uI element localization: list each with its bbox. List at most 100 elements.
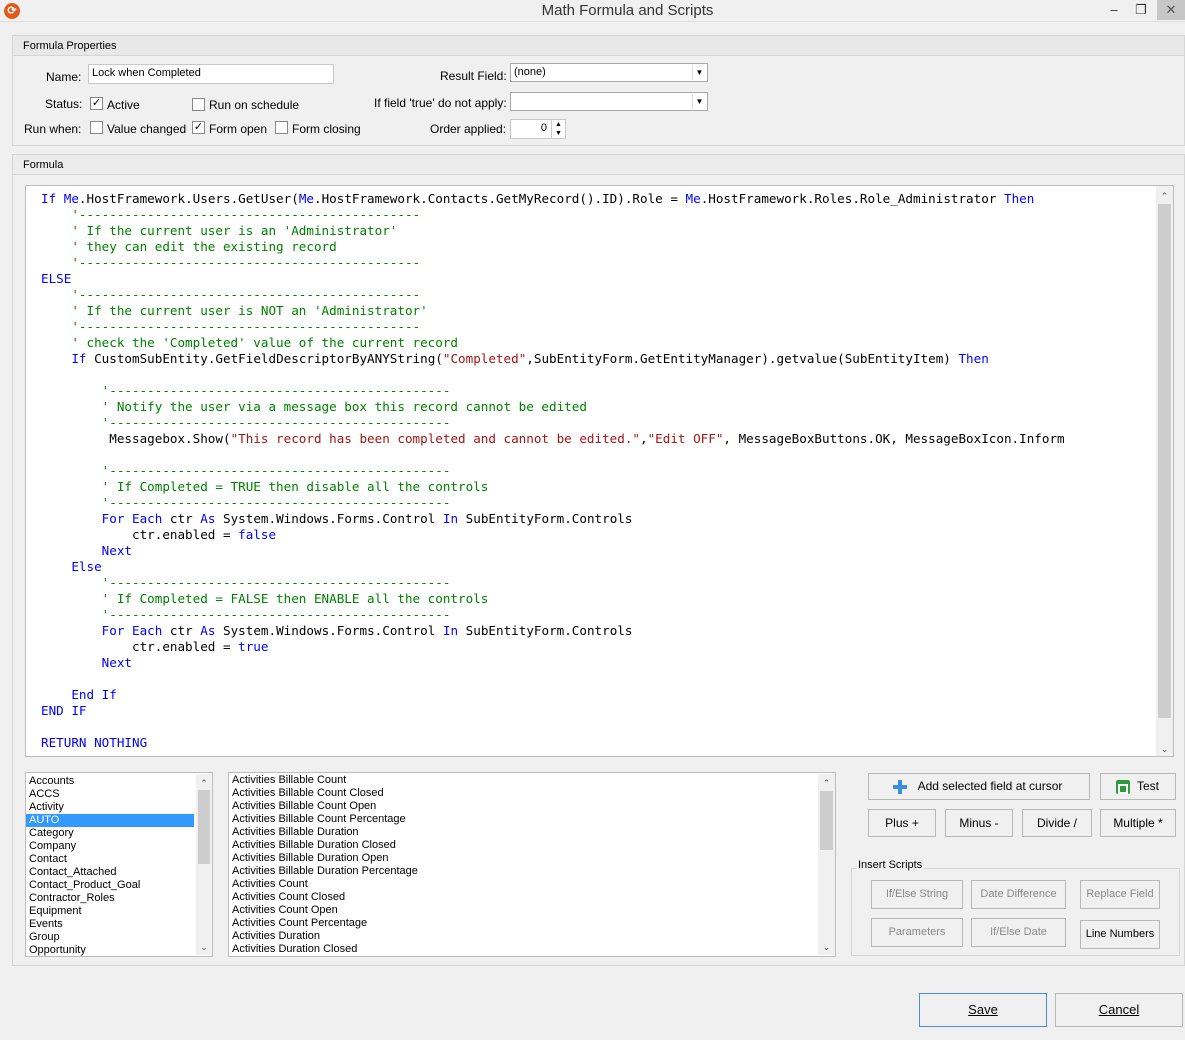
- code-line[interactable]: Messagebox.Show("This record has been co…: [41, 431, 1064, 447]
- code-line[interactable]: ELSE: [41, 271, 1065, 287]
- active-checkbox[interactable]: ✓: [90, 97, 103, 110]
- code-line[interactable]: '---------------------------------------…: [41, 383, 1065, 399]
- field-list-item[interactable]: Activities Count Percentage: [229, 917, 817, 930]
- result-field-select[interactable]: (none) ▼: [510, 63, 708, 82]
- editor-scroll-thumb[interactable]: [1158, 204, 1171, 718]
- entity-list-item[interactable]: Opportunity: [26, 944, 194, 956]
- field-list-item[interactable]: Activities Duration: [229, 930, 817, 943]
- code-line[interactable]: ' check the 'Completed' value of the cur…: [41, 335, 1065, 351]
- code-line[interactable]: '---------------------------------------…: [41, 575, 1065, 591]
- code-line[interactable]: ' If Completed = TRUE then disable all t…: [41, 479, 1065, 495]
- code-editor[interactable]: If Me.HostFramework.Users.GetUser(Me.Hos…: [25, 185, 1174, 757]
- entity-list-item[interactable]: Events: [26, 918, 194, 931]
- entity-list-item[interactable]: Accounts: [26, 775, 194, 788]
- code-line[interactable]: [41, 671, 1065, 687]
- scroll-down-icon[interactable]: ⌄: [1156, 741, 1173, 757]
- scroll-down-icon[interactable]: ⌄: [818, 939, 835, 955]
- scroll-up-icon[interactable]: ⌃: [196, 775, 212, 791]
- line-numbers-button[interactable]: Line Numbers: [1080, 920, 1160, 949]
- if-field-true-select[interactable]: ▼: [510, 92, 708, 111]
- code-line[interactable]: '---------------------------------------…: [41, 255, 1065, 271]
- field-list-item[interactable]: Activities Duration Closed: [229, 943, 817, 956]
- code-line[interactable]: Next: [41, 655, 1065, 671]
- parameters-button[interactable]: Parameters: [871, 918, 963, 947]
- code-line[interactable]: For Each ctr As System.Windows.Forms.Con…: [41, 623, 1065, 639]
- entity-list-item[interactable]: Group: [26, 931, 194, 944]
- code-line[interactable]: [41, 447, 1065, 463]
- field-list-item[interactable]: Activities Billable Count Closed: [229, 787, 817, 800]
- minimize-button[interactable]: –: [1101, 0, 1127, 20]
- if-else-date-button[interactable]: If/Else Date: [971, 918, 1066, 947]
- entity-list-item[interactable]: Contact_Product_Goal: [26, 879, 194, 892]
- code-line[interactable]: If CustomSubEntity.GetFieldDescriptorByA…: [41, 351, 1065, 367]
- if-else-string-button[interactable]: If/Else String: [871, 880, 963, 909]
- code-line[interactable]: Next: [41, 543, 1065, 559]
- form-open-checkbox[interactable]: ✓: [192, 121, 205, 134]
- code-line[interactable]: [41, 367, 1065, 383]
- entity-list-item[interactable]: Category: [26, 827, 194, 840]
- code-line[interactable]: '---------------------------------------…: [41, 319, 1065, 335]
- entity-list-item[interactable]: AUTO: [26, 814, 194, 827]
- save-button[interactable]: Save: [919, 993, 1047, 1027]
- code-line[interactable]: ' If the current user is an 'Administrat…: [41, 223, 1065, 239]
- multiple-button[interactable]: Multiple *: [1100, 809, 1176, 837]
- code-line[interactable]: ' If Completed = FALSE then ENABLE all t…: [41, 591, 1065, 607]
- scroll-up-icon[interactable]: ⌃: [818, 775, 835, 791]
- field-list-item[interactable]: Activities Billable Count Percentage: [229, 813, 817, 826]
- restore-button[interactable]: ❐: [1128, 0, 1154, 20]
- entity-list-item[interactable]: Contractor_Roles: [26, 892, 194, 905]
- code-line[interactable]: ' If the current user is NOT an 'Adminis…: [41, 303, 1065, 319]
- code-line[interactable]: RETURN NOTHING: [41, 735, 1065, 751]
- test-button[interactable]: Test: [1100, 773, 1176, 800]
- stepper-arrows-icon[interactable]: ▲ ▼: [551, 120, 565, 138]
- code-text[interactable]: If Me.HostFramework.Users.GetUser(Me.Hos…: [41, 191, 1065, 751]
- plus-button[interactable]: Plus +: [868, 809, 936, 837]
- field-list-item[interactable]: Activities Billable Duration Percentage: [229, 865, 817, 878]
- field-list-item[interactable]: Activities Billable Duration Open: [229, 852, 817, 865]
- date-difference-button[interactable]: Date Difference: [971, 880, 1066, 909]
- code-line[interactable]: For Each ctr As System.Windows.Forms.Con…: [41, 511, 1065, 527]
- code-line[interactable]: End If: [41, 687, 1065, 703]
- cancel-button[interactable]: Cancel: [1055, 993, 1183, 1027]
- entity-list-item[interactable]: Company: [26, 840, 194, 853]
- scroll-down-icon[interactable]: ⌄: [196, 939, 212, 955]
- form-closing-checkbox[interactable]: [275, 121, 288, 134]
- code-line[interactable]: '---------------------------------------…: [41, 207, 1065, 223]
- code-line[interactable]: ' Notify the user via a message box this…: [41, 399, 1065, 415]
- code-line[interactable]: ctr.enabled = true: [41, 639, 1065, 655]
- field-list-scroll-thumb[interactable]: [820, 791, 833, 850]
- run-on-schedule-checkbox[interactable]: [192, 98, 205, 111]
- divide-button[interactable]: Divide /: [1022, 809, 1092, 837]
- code-line[interactable]: '---------------------------------------…: [41, 415, 1065, 431]
- field-list-item[interactable]: Activities Count: [229, 878, 817, 891]
- close-button[interactable]: ✕: [1157, 0, 1185, 20]
- code-line[interactable]: '---------------------------------------…: [41, 463, 1065, 479]
- field-list-item[interactable]: Activities Count Open: [229, 904, 817, 917]
- value-changed-checkbox[interactable]: [90, 121, 103, 134]
- code-line[interactable]: '---------------------------------------…: [41, 495, 1065, 511]
- field-list-item[interactable]: Activities Count Closed: [229, 891, 817, 904]
- code-line[interactable]: ' they can edit the existing record: [41, 239, 1065, 255]
- add-field-button[interactable]: Add selected field at cursor: [868, 773, 1090, 800]
- code-line[interactable]: If Me.HostFramework.Users.GetUser(Me.Hos…: [41, 191, 1065, 207]
- entity-list-item[interactable]: Activity: [26, 801, 194, 814]
- entity-list-item[interactable]: Equipment: [26, 905, 194, 918]
- field-list-item[interactable]: Activities Billable Duration: [229, 826, 817, 839]
- entity-list-item[interactable]: ACCS: [26, 788, 194, 801]
- entity-list-scroll-thumb[interactable]: [198, 790, 210, 864]
- code-line[interactable]: ctr.enabled = false: [41, 527, 1065, 543]
- field-list-item[interactable]: Activities Billable Count: [229, 774, 817, 787]
- replace-field-button[interactable]: Replace Field: [1080, 880, 1160, 909]
- code-line[interactable]: '---------------------------------------…: [41, 287, 1065, 303]
- entity-list[interactable]: Accounts ACCS Activity AUTO Category Company C…: [25, 772, 213, 957]
- entity-list-item[interactable]: Contact_Attached: [26, 866, 194, 879]
- scroll-up-icon[interactable]: ⌃: [1156, 188, 1173, 204]
- field-list[interactable]: Activities Billable Count Activities Bill…: [228, 772, 836, 957]
- code-line[interactable]: END IF: [41, 703, 1065, 719]
- minus-button[interactable]: Minus -: [945, 809, 1013, 837]
- name-field[interactable]: Lock when Completed: [88, 64, 334, 84]
- code-line[interactable]: '---------------------------------------…: [41, 607, 1065, 623]
- field-list-item[interactable]: Activities Billable Duration Closed: [229, 839, 817, 852]
- entity-list-item[interactable]: Contact: [26, 853, 194, 866]
- code-line[interactable]: Else: [41, 559, 1065, 575]
